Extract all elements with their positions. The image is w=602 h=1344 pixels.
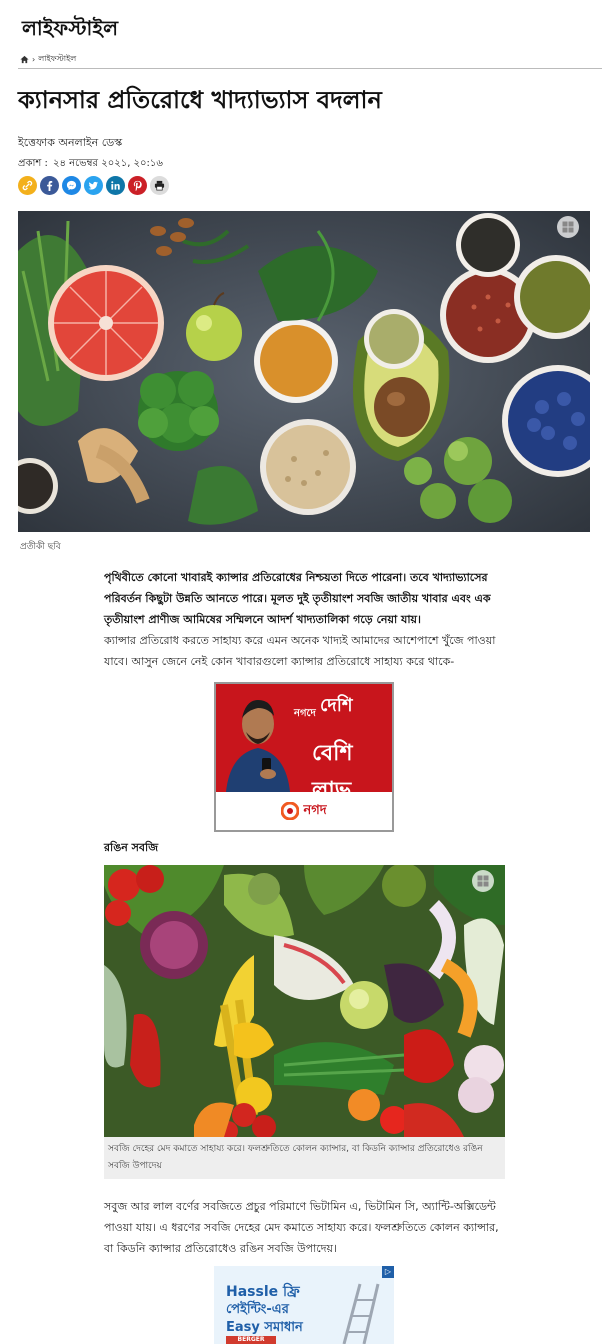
twitter-share-button[interactable]: [84, 176, 103, 195]
ad-brand-name: নগদ: [303, 802, 327, 818]
breadcrumb-current[interactable]: লাইফস্টাইল: [38, 53, 76, 66]
breadcrumb: › লাইফস্টাইল: [20, 53, 76, 66]
header-divider: [18, 68, 602, 69]
pinterest-icon: [133, 180, 142, 191]
hero-caption: প্রতীকী ছবি: [20, 542, 61, 552]
vegetables-illustration: [104, 865, 505, 1137]
copy-link-button[interactable]: [18, 176, 37, 195]
advertisement-berger[interactable]: Hassle ফ্রি পেইন্টিং-এর Easy সমাধান BERG…: [214, 1266, 394, 1344]
home-icon[interactable]: [20, 55, 29, 64]
link-icon: [22, 180, 33, 191]
linkedin-share-button[interactable]: [106, 176, 125, 195]
print-button[interactable]: [150, 176, 169, 195]
section-title[interactable]: লাইফস্টাইল: [22, 14, 118, 47]
twitter-icon: [88, 181, 99, 190]
article-headline: ক্যানসার প্রতিরোধে খাদ্যাভ্যাস বদলান: [18, 86, 382, 114]
pinterest-share-button[interactable]: [128, 176, 147, 195]
linkedin-icon: [111, 181, 120, 190]
messenger-share-button[interactable]: [62, 176, 81, 195]
ad-brand-strip: নগদ: [216, 792, 392, 830]
messenger-icon: [66, 180, 77, 191]
article-paragraph: ক্যান্সার প্রতিরোধ করতে সাহায্য করে এমন …: [104, 634, 496, 668]
ad-brand-badge: BERGER: [226, 1336, 276, 1344]
gallery-icon[interactable]: [472, 870, 494, 892]
facebook-share-button[interactable]: [40, 176, 59, 195]
gallery-icon[interactable]: [557, 216, 579, 238]
ad-slogan-line2: নগদে: [294, 708, 316, 719]
section-subheading: রঙিন সবজি: [104, 841, 159, 854]
facebook-icon: [47, 181, 53, 191]
publish-date: প্রকাশ : ২৪ নভেম্বর ২০২১, ২০:১৬: [18, 156, 163, 173]
hero-food-illustration: [18, 211, 590, 532]
advertisement-nagad[interactable]: দেশি নগদে বেশি লাভ নগদ: [214, 682, 394, 832]
article-lead: পৃথিবীতে কোনো খাবারই ক্যান্সার প্রতিরোধে…: [104, 571, 491, 626]
vegetables-caption: সবজি দেহের মেদ কমাতে সাহায্য করে। ফলশ্রু…: [104, 1137, 505, 1179]
adchoices-icon[interactable]: ▷: [382, 1266, 394, 1278]
article-author[interactable]: ইত্তেফাক অনলাইন ডেস্ক: [18, 134, 122, 153]
hero-image[interactable]: [18, 211, 590, 532]
vegetables-image[interactable]: [104, 865, 505, 1137]
publish-value: ২৪ নভেম্বর ২০২১, ২০:১৬: [53, 158, 163, 169]
ad-banner: দেশি নগদে বেশি লাভ: [216, 684, 392, 803]
breadcrumb-separator: ›: [32, 55, 36, 64]
print-icon: [154, 180, 165, 191]
ad-slogan-line1: দেশি: [320, 695, 353, 716]
publish-label: প্রকাশ :: [18, 158, 48, 169]
article-paragraph: সবুজ আর লাল বর্ণের সবজিতে প্রচুর পরিমাণে…: [104, 1200, 499, 1255]
share-bar: [18, 176, 169, 195]
nagad-logo-icon: [281, 802, 300, 820]
